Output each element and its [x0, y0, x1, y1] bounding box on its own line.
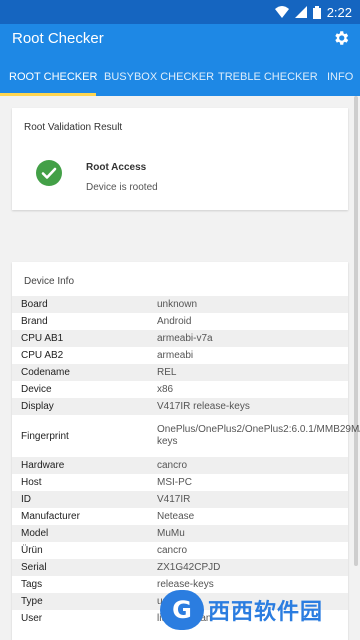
row-key: Serial	[21, 562, 47, 573]
tab-root-checker[interactable]: ROOT CHECKER	[9, 56, 97, 96]
row-value: V417IR	[157, 493, 191, 505]
row-key: User	[21, 613, 43, 624]
watermark-logo: G	[160, 590, 204, 630]
row-value: MSI-PC	[157, 476, 192, 488]
row-value: unknown	[157, 298, 198, 310]
row-value: Android	[157, 315, 192, 327]
row-key: Model	[21, 528, 49, 539]
row-key: Host	[21, 477, 42, 488]
table-row: Serial ZX1G42CPJD	[12, 559, 348, 576]
row-value: x86	[157, 383, 174, 395]
status-time: 2:22	[326, 4, 352, 20]
row-value: REL	[157, 366, 177, 378]
row-key: Type	[21, 596, 43, 607]
row-key: Ürün	[21, 545, 43, 556]
card-title: Device Info	[24, 276, 75, 287]
table-row: Hardware cancro	[12, 457, 348, 474]
row-value: cancro	[157, 459, 188, 471]
status-bar: 2:22	[0, 0, 360, 24]
tab-busybox-checker[interactable]: BUSYBOX CHECKER	[104, 56, 214, 96]
app-bar: Root Checker	[0, 24, 360, 56]
table-row: CPU AB1 armeabi-v7a	[12, 330, 348, 347]
row-value: armeabi	[157, 349, 194, 361]
gear-icon[interactable]	[332, 29, 350, 47]
table-row: CPU AB2 armeabi	[12, 347, 348, 364]
result-title: Root Access	[86, 162, 147, 173]
table-row: Ürün cancro	[12, 542, 348, 559]
watermark: G 西西软件园	[160, 586, 355, 634]
row-value: MuMu	[157, 527, 185, 539]
watermark-text: 西西软件园	[208, 600, 324, 625]
row-value: ZX1G42CPJD	[157, 561, 221, 573]
card-title: Root Validation Result	[24, 122, 123, 133]
table-row: Fingerprint OnePlus/OnePlus2/OnePlus2:6.0…	[12, 415, 360, 457]
result-text: Device is rooted	[86, 182, 158, 193]
row-value: V417IR release-keys	[157, 400, 250, 412]
row-key: Hardware	[21, 460, 65, 471]
signal-icon	[294, 6, 307, 18]
row-key: Fingerprint	[21, 430, 69, 442]
tab-bar: ROOT CHECKER BUSYBOX CHECKER TREBLE CHEC…	[0, 56, 360, 96]
row-key: Board	[21, 299, 48, 310]
table-row: Codename REL	[12, 364, 348, 381]
app-title: Root Checker	[12, 30, 104, 47]
row-value: OnePlus/OnePlus2/OnePlus2:6.0.1/MMB29M/1…	[157, 424, 360, 447]
row-key: Codename	[21, 367, 70, 378]
row-value: armeabi-v7a	[157, 332, 213, 344]
row-key: Manufacturer	[21, 511, 80, 522]
check-circle-icon	[36, 160, 62, 186]
tab-info[interactable]: INFO	[327, 56, 353, 96]
device-info-card: Device Info Board unknown Brand Android CPU …	[12, 262, 360, 640]
row-key: ID	[21, 494, 31, 505]
row-key: Display	[21, 401, 54, 412]
row-value: Netease	[157, 510, 195, 522]
row-key: CPU AB2	[21, 350, 64, 361]
row-key: Tags	[21, 579, 43, 590]
device-info-table: Board unknown Brand Android CPU AB1 armeabi-v…	[12, 296, 360, 627]
root-validation-card: Root Validation Result Root Access Devic…	[12, 108, 348, 210]
battery-icon	[312, 5, 321, 19]
row-key: CPU AB1	[21, 333, 64, 344]
table-row: Board unknown	[12, 296, 348, 313]
main-content[interactable]: Root Validation Result Root Access Devic…	[0, 96, 360, 640]
wifi-icon	[274, 6, 289, 18]
table-row: Device x86	[12, 381, 348, 398]
row-key: Brand	[21, 316, 48, 327]
table-row: Model MuMu	[12, 525, 348, 542]
table-row: Display V417IR release-keys	[12, 398, 348, 415]
tab-treble-checker[interactable]: TREBLE CHECKER	[218, 56, 318, 96]
table-row: Manufacturer Netease	[12, 508, 348, 525]
row-value: cancro	[157, 544, 188, 556]
table-row: Host MSI-PC	[12, 474, 348, 491]
table-row: Brand Android	[12, 313, 348, 330]
row-key: Device	[21, 384, 52, 395]
table-row: ID V417IR	[12, 491, 348, 508]
scrollbar[interactable]	[354, 96, 358, 566]
